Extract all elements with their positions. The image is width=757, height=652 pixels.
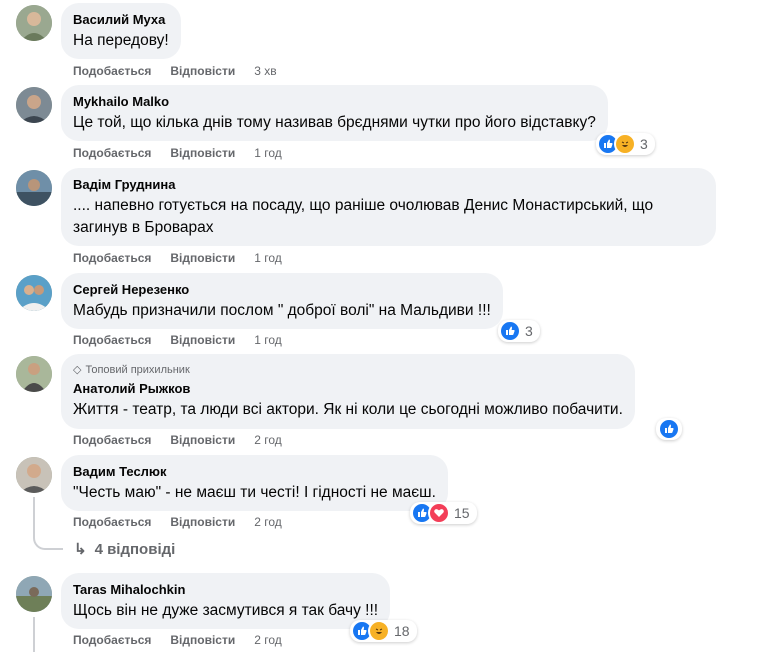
reactions-summary[interactable]: 15 [410, 502, 477, 524]
timestamp[interactable]: 2 год [254, 515, 282, 529]
comment-text: Життя - театр, та люди всі актори. Як ні… [73, 401, 623, 418]
reply-button[interactable]: Відповісти [170, 515, 235, 529]
avatar[interactable] [16, 5, 52, 41]
like-button[interactable]: Подобається [73, 633, 151, 647]
comment-bubble: Сергей Нерезенко Мабудь призначили посло… [61, 273, 503, 329]
avatar[interactable] [16, 576, 52, 612]
comment-actions: Подобається Відповісти 1 год [73, 251, 282, 265]
like-button[interactable]: Подобається [73, 433, 151, 447]
timestamp[interactable]: 1 год [254, 146, 282, 160]
avatar[interactable] [16, 87, 52, 123]
comment-actions: Подобається Відповісти 2 год [73, 515, 282, 529]
replies-label: 4 відповіді [94, 540, 176, 558]
comment-author[interactable]: Вадім Груднина [73, 176, 704, 193]
reactions-count: 15 [454, 505, 470, 521]
avatar[interactable] [16, 457, 52, 493]
comment-text: .... напевно готується на посаду, що ран… [73, 197, 654, 236]
like-button[interactable]: Подобається [73, 64, 151, 78]
comment-bubble: Вадим Теслюк "Честь маю" - не маєш ти че… [61, 455, 448, 511]
reply-button[interactable]: Відповісти [170, 64, 235, 78]
comment-bubble: ◇ Топовий прихильник Анатолий Рыжков Жит… [61, 354, 635, 429]
reactions-summary[interactable] [656, 418, 682, 440]
reactions-summary[interactable]: 3 [596, 133, 655, 155]
comment-actions: Подобається Відповісти 2 год [73, 433, 282, 447]
like-button[interactable]: Подобається [73, 251, 151, 265]
comment-author[interactable]: Сергей Нерезенко [73, 281, 491, 298]
reactions-count: 3 [640, 136, 648, 152]
comment-text: Це той, що кілька днів тому називав брєд… [73, 114, 596, 131]
comment-text: "Честь маю" - не маєш ти честі! І гіднос… [73, 484, 436, 501]
reactions-count: 18 [394, 623, 410, 639]
diamond-icon: ◇ [73, 364, 82, 376]
comment-bubble: Taras Mihalochkin Щось він не дуже засму… [61, 573, 391, 629]
comment-bubble: Вадім Груднина .... напевно готується на… [61, 168, 716, 246]
comment-text: На передову! [73, 32, 169, 49]
timestamp[interactable]: 1 год [254, 333, 282, 347]
thumbs-up-icon [499, 320, 521, 342]
comment-author[interactable]: Анатолий Рыжков [73, 380, 623, 397]
reply-button[interactable]: Відповісти [170, 433, 235, 447]
comment-author[interactable]: Taras Mihalochkin [73, 581, 378, 598]
reactions-count: 3 [525, 323, 533, 339]
thread-connector [33, 536, 63, 550]
view-replies-link[interactable]: ↳ 4 відповіді [74, 540, 176, 559]
timestamp[interactable]: 2 год [254, 433, 282, 447]
badge-label: Топовий прихильник [85, 363, 190, 376]
thumbs-up-icon [658, 418, 680, 440]
timestamp[interactable]: 1 год [254, 251, 282, 265]
heart-icon [428, 502, 450, 524]
comment-author[interactable]: Mykhailo Malko [73, 93, 596, 110]
reply-arrow-icon: ↳ [74, 541, 87, 558]
comment-bubble: Mykhailo Malko Це той, що кілька днів то… [61, 85, 608, 141]
like-button[interactable]: Подобається [73, 146, 151, 160]
comment-author[interactable]: Василий Муха [73, 11, 169, 28]
comment-actions: Подобається Відповісти 3 хв [73, 64, 277, 78]
comment-text: Мабудь призначили послом " доброї волі" … [73, 302, 491, 319]
avatar[interactable] [16, 170, 52, 206]
reply-button[interactable]: Відповісти [170, 146, 235, 160]
reply-button[interactable]: Відповісти [170, 251, 235, 265]
avatar[interactable] [16, 275, 52, 311]
thread-line [33, 497, 35, 537]
timestamp[interactable]: 2 год [254, 633, 282, 647]
reply-button[interactable]: Відповісти [170, 633, 235, 647]
laughing-face-icon [368, 620, 390, 642]
reactions-summary[interactable]: 3 [498, 320, 540, 342]
like-button[interactable]: Подобається [73, 333, 151, 347]
laughing-face-icon [614, 133, 636, 155]
top-fan-badge[interactable]: ◇ Топовий прихильник [73, 363, 623, 377]
comment-author[interactable]: Вадим Теслюк [73, 463, 436, 480]
thread-line [33, 617, 35, 652]
comment-actions: Подобається Відповісти 1 год [73, 146, 282, 160]
comment-actions: Подобається Відповісти 1 год [73, 333, 282, 347]
comment-actions: Подобається Відповісти 2 год [73, 633, 282, 647]
avatar[interactable] [16, 356, 52, 392]
reply-button[interactable]: Відповісти [170, 333, 235, 347]
like-button[interactable]: Подобається [73, 515, 151, 529]
comment-bubble: Василий Муха На передову! [61, 3, 181, 59]
reactions-summary[interactable]: 18 [350, 620, 417, 642]
timestamp[interactable]: 3 хв [254, 64, 276, 78]
comment-text: Щось він не дуже засмутився я так бачу !… [73, 602, 379, 619]
